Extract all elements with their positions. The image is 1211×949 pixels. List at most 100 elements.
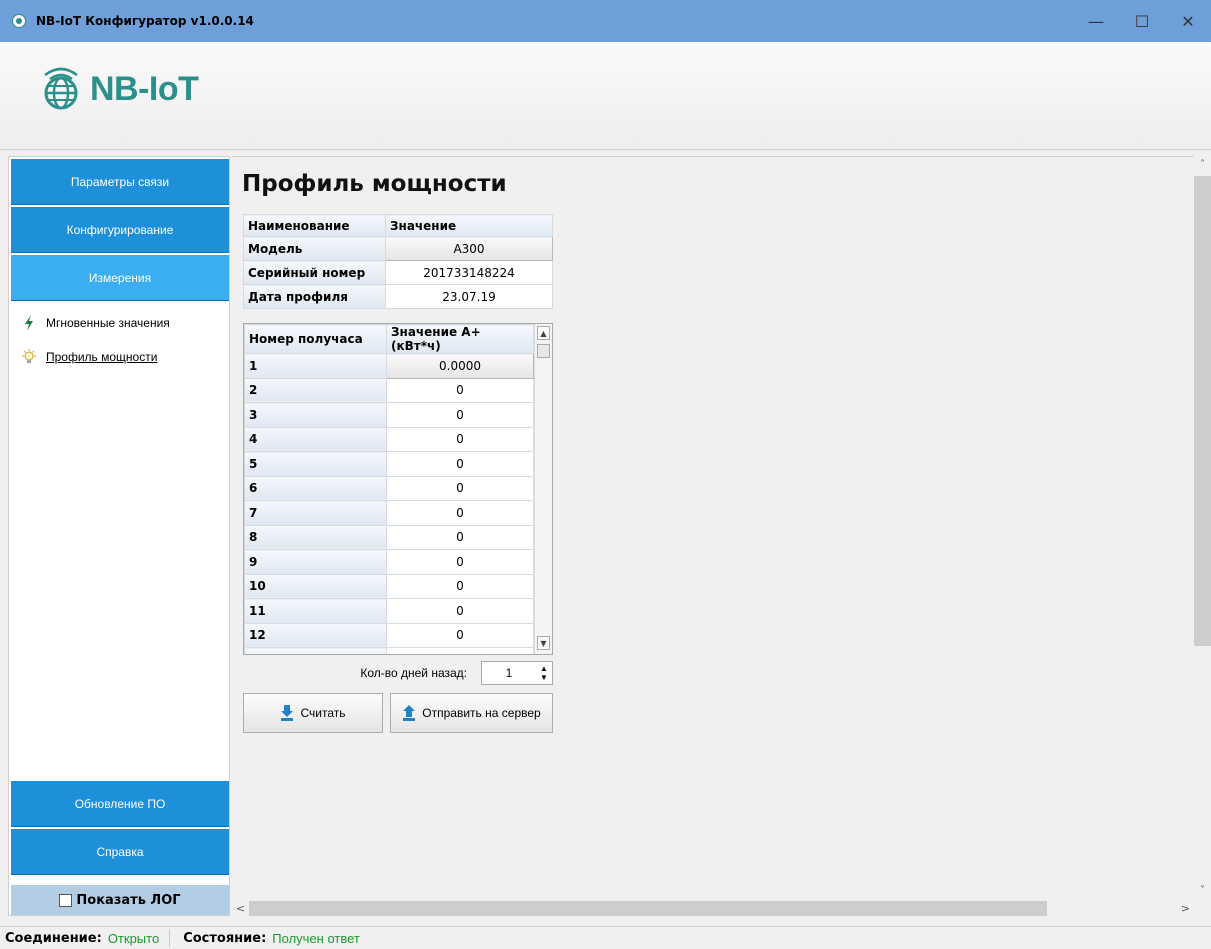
scroll-up-arrow-icon[interactable]: ˄ xyxy=(1194,156,1211,172)
halfhour-number: 7 xyxy=(244,500,387,526)
table-row[interactable]: 90 xyxy=(244,549,534,575)
main-vertical-scrollbar[interactable]: ˄ ˅ xyxy=(1194,156,1211,898)
halfhour-number: 1 xyxy=(244,353,387,379)
upload-icon xyxy=(402,705,416,721)
profile-table-scrollbar[interactable]: ▲ ▼ xyxy=(534,324,552,654)
lightning-icon xyxy=(21,315,37,331)
halfhour-value[interactable]: 0 xyxy=(386,549,534,575)
nav-button-measurements[interactable]: Измерения xyxy=(11,255,229,301)
row-value[interactable]: 23.07.19 xyxy=(385,284,553,309)
show-log-checkbox[interactable] xyxy=(59,893,73,907)
scroll-down-arrow-icon[interactable]: ▼ xyxy=(537,636,550,650)
table-row[interactable]: 30 xyxy=(244,402,534,428)
state-status: Состояние: Получен ответ xyxy=(178,931,370,946)
sidebar-item-instant-values[interactable]: Мгновенные значения xyxy=(21,315,170,331)
globe-wifi-icon xyxy=(44,67,78,110)
title-bar: NB-IoT Конфигуратор v1.0.0.14 — ☐ ✕ xyxy=(0,0,1211,42)
table-header-row: Наименование Значение xyxy=(243,214,553,237)
halfhour-number: 2 xyxy=(244,377,387,403)
info-table: Наименование Значение Модель A300 Серийн… xyxy=(243,214,553,309)
connection-label: Соединение: xyxy=(5,930,102,946)
nav-button-connection-params[interactable]: Параметры связи xyxy=(11,159,229,205)
halfhour-value[interactable]: 0 xyxy=(386,598,534,624)
show-log-label: Показать ЛОГ xyxy=(76,892,181,908)
halfhour-number: 9 xyxy=(244,549,387,575)
table-row[interactable]: 12 0 xyxy=(244,622,534,648)
halfhour-value[interactable]: 0 xyxy=(386,377,534,403)
close-button[interactable]: ✕ xyxy=(1165,0,1211,42)
column-header-value: Значение xyxy=(385,214,553,237)
minimize-button[interactable]: — xyxy=(1073,0,1119,42)
sidebar: Параметры связи Конфигурирование Измерен… xyxy=(8,156,230,916)
send-to-server-label: Отправить на сервер xyxy=(422,706,541,720)
halfhour-number: 5 xyxy=(244,451,387,477)
halfhour-value[interactable]: 0 xyxy=(386,622,534,648)
table-row[interactable]: 10 0 xyxy=(244,573,534,599)
scroll-thumb[interactable] xyxy=(537,344,550,358)
halfhour-value[interactable]: 0 xyxy=(386,451,534,477)
halfhour-value[interactable]: 0.0000 xyxy=(386,353,534,379)
scroll-left-arrow-icon[interactable]: < xyxy=(232,900,249,917)
row-name: Модель xyxy=(243,236,386,261)
status-bar: Соединение: Открыто Состояние: Получен о… xyxy=(0,926,1211,949)
halfhour-value[interactable]: 0 xyxy=(386,402,534,428)
nav-button-help[interactable]: Справка xyxy=(11,829,229,875)
window-title: NB-IoT Конфигуратор v1.0.0.14 xyxy=(36,14,254,28)
row-name: Дата профиля xyxy=(243,284,386,309)
table-row[interactable]: 20 xyxy=(244,377,534,403)
halfhour-number: 6 xyxy=(244,475,387,501)
table-row[interactable]: Серийный номер 201733148224 xyxy=(243,260,553,285)
halfhour-value[interactable]: 0 xyxy=(386,426,534,452)
scroll-up-arrow-icon[interactable]: ▲ xyxy=(537,326,550,340)
table-header-row: Номер получаса Значение A+ (кВт*ч) xyxy=(244,324,534,354)
scroll-right-arrow-icon[interactable]: > xyxy=(1177,900,1194,917)
table-row[interactable]: 40 xyxy=(244,426,534,452)
state-value: Получен ответ xyxy=(272,930,360,946)
logo-text: NB-IoT xyxy=(90,69,199,108)
show-log-toggle[interactable]: Показать ЛОГ xyxy=(11,885,229,915)
scroll-thumb[interactable] xyxy=(249,901,1047,916)
table-row[interactable]: 1 0.0000 xyxy=(244,353,534,379)
profile-table-container: Номер получаса Значение A+ (кВт*ч) 1 0.00… xyxy=(243,323,553,655)
table-row[interactable]: 70 xyxy=(244,500,534,526)
send-to-server-button[interactable]: Отправить на сервер xyxy=(390,693,553,733)
halfhour-value[interactable]: 0 xyxy=(386,647,534,654)
bulb-icon xyxy=(21,349,37,365)
table-row[interactable]: Модель A300 xyxy=(243,236,553,261)
read-button[interactable]: Считать xyxy=(243,693,383,733)
halfhour-number: 12 xyxy=(244,622,387,648)
column-header-value: Значение A+ (кВт*ч) xyxy=(386,324,534,354)
nav-button-configuration[interactable]: Конфигурирование xyxy=(11,207,229,253)
download-icon xyxy=(280,705,294,721)
spin-arrows-icon[interactable]: ▲ ▼ xyxy=(536,664,552,682)
window-controls: — ☐ ✕ xyxy=(1073,0,1211,42)
days-back-row: Кол-во дней назад: 1 ▲ ▼ xyxy=(243,661,553,685)
maximize-button[interactable]: ☐ xyxy=(1119,0,1165,42)
state-label: Состояние: xyxy=(183,930,267,946)
halfhour-value[interactable]: 0 xyxy=(386,524,534,550)
sidebar-item-power-profile[interactable]: Профиль мощности xyxy=(21,349,157,365)
scroll-down-arrow-icon[interactable]: ˅ xyxy=(1194,882,1211,898)
main-panel: Профиль мощности Наименование Значение М… xyxy=(232,156,1194,898)
status-separator xyxy=(169,929,171,947)
halfhour-value[interactable]: 0 xyxy=(386,573,534,599)
table-row[interactable]: 60 xyxy=(244,475,534,501)
nav-button-firmware-update[interactable]: Обновление ПО xyxy=(11,781,229,827)
sidebar-item-label: Профиль мощности xyxy=(46,350,158,364)
days-back-value[interactable]: 1 xyxy=(482,666,536,680)
table-row[interactable]: 130 xyxy=(244,647,534,654)
halfhour-number: 13 xyxy=(244,647,387,654)
main-horizontal-scrollbar[interactable]: < > xyxy=(232,900,1194,917)
row-value[interactable]: A300 xyxy=(385,236,553,261)
days-back-spinbox[interactable]: 1 ▲ ▼ xyxy=(481,661,553,685)
table-row[interactable]: Дата профиля 23.07.19 xyxy=(243,284,553,309)
halfhour-value[interactable]: 0 xyxy=(386,500,534,526)
table-row[interactable]: 50 xyxy=(244,451,534,477)
column-header-halfhour: Номер получаса xyxy=(244,324,387,354)
row-value[interactable]: 201733148224 xyxy=(385,260,553,285)
connection-value: Открыто xyxy=(107,930,160,946)
table-row[interactable]: 11 0 xyxy=(244,598,534,624)
scroll-thumb[interactable] xyxy=(1194,176,1211,646)
halfhour-value[interactable]: 0 xyxy=(386,475,534,501)
table-row[interactable]: 80 xyxy=(244,524,534,550)
